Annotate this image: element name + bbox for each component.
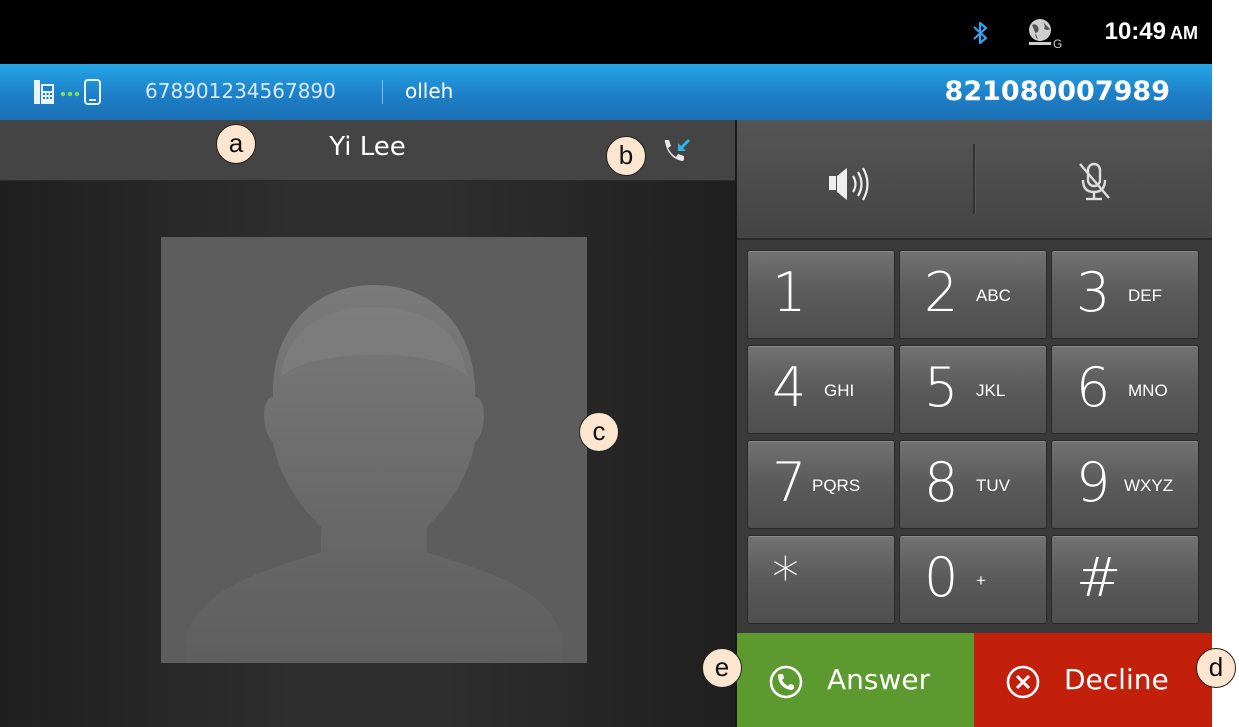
- key-star[interactable]: *: [747, 535, 895, 624]
- key-hash[interactable]: #: [1051, 535, 1199, 624]
- key-letters: JKL: [976, 381, 1006, 400]
- incoming-call-icon: [664, 138, 691, 161]
- contact-avatar: [161, 237, 587, 663]
- own-phone-number: 821080007989: [944, 76, 1170, 107]
- mute-button[interactable]: [975, 120, 1212, 238]
- key-9[interactable]: 9 WXYZ: [1051, 440, 1199, 529]
- key-6[interactable]: 6 MNO: [1051, 345, 1199, 434]
- clock-time: 10:49: [1104, 18, 1166, 45]
- speaker-button[interactable]: [737, 120, 973, 238]
- key-letters: PQRS: [812, 476, 861, 495]
- key-digit: *: [772, 546, 799, 609]
- caller-panel: Yi Lee: [0, 120, 735, 727]
- callout-c: c: [579, 412, 619, 452]
- key-2[interactable]: 2 ABC: [899, 250, 1047, 339]
- key-digit: #: [1076, 546, 1122, 609]
- clock-ampm: AM: [1170, 23, 1198, 43]
- key-digit: 7: [772, 451, 807, 514]
- key-digit: 0: [924, 546, 959, 609]
- globe-gps-icon: G: [1029, 19, 1062, 49]
- desk-phone-icon: [34, 80, 54, 104]
- key-letters: TUV: [976, 476, 1010, 495]
- line-number: 678901234567890: [145, 79, 336, 103]
- callout-a: a: [216, 124, 256, 164]
- key-letters: +: [976, 571, 986, 590]
- status-bar: G 10:49 AM: [0, 0, 1212, 64]
- call-controls-panel: 1 2 ABC 3 DEF 4 GHI 5 JKL 6 MNO 7 PQRS 8…: [735, 120, 1212, 727]
- line-status-icons: [34, 79, 101, 105]
- key-5[interactable]: 5 JKL: [899, 345, 1047, 434]
- key-digit: 5: [924, 356, 959, 419]
- key-digit: 2: [924, 261, 959, 324]
- key-digit: 9: [1076, 451, 1111, 514]
- key-7[interactable]: 7 PQRS: [747, 440, 895, 529]
- key-digit: 1: [772, 261, 807, 324]
- bluetooth-icon: [973, 21, 988, 45]
- answer-button[interactable]: Answer: [737, 633, 974, 727]
- key-letters: MNO: [1128, 381, 1168, 400]
- connection-dots-icon: [60, 91, 80, 97]
- info-divider: [382, 80, 383, 104]
- mic-muted-icon: [1079, 162, 1110, 201]
- key-1[interactable]: 1: [747, 250, 895, 339]
- key-letters: GHI: [824, 381, 855, 400]
- clock: 10:49 AM: [1105, 18, 1198, 46]
- key-3[interactable]: 3 DEF: [1051, 250, 1199, 339]
- speaker-icon: [829, 167, 869, 201]
- key-8[interactable]: 8 TUV: [899, 440, 1047, 529]
- key-digit: 8: [924, 451, 959, 514]
- key-0[interactable]: 0 +: [899, 535, 1047, 624]
- key-letters: DEF: [1128, 286, 1162, 305]
- key-digit: 6: [1076, 356, 1111, 419]
- key-letters: ABC: [976, 286, 1011, 305]
- callout-b: b: [606, 136, 646, 176]
- svg-text:G: G: [1053, 37, 1062, 49]
- audio-controls: [737, 120, 1212, 240]
- decline-button[interactable]: Decline: [974, 633, 1212, 727]
- callout-e: e: [702, 648, 742, 688]
- close-circle-icon: [1006, 665, 1040, 699]
- callout-d: d: [1196, 648, 1236, 688]
- phone-circle-icon: [769, 665, 803, 699]
- line-info-bar: 678901234567890 olleh 821080007989: [0, 64, 1212, 120]
- key-digit: 4: [772, 356, 807, 419]
- answer-label: Answer: [827, 663, 931, 696]
- carrier-name: olleh: [405, 79, 454, 103]
- mobile-phone-icon: [84, 79, 101, 105]
- phone-screen: G 10:49 AM 678901234567890 olleh 8210800…: [0, 0, 1212, 727]
- decline-label: Decline: [1064, 663, 1169, 696]
- key-digit: 3: [1076, 261, 1111, 324]
- key-4[interactable]: 4 GHI: [747, 345, 895, 434]
- key-letters: WXYZ: [1124, 476, 1174, 495]
